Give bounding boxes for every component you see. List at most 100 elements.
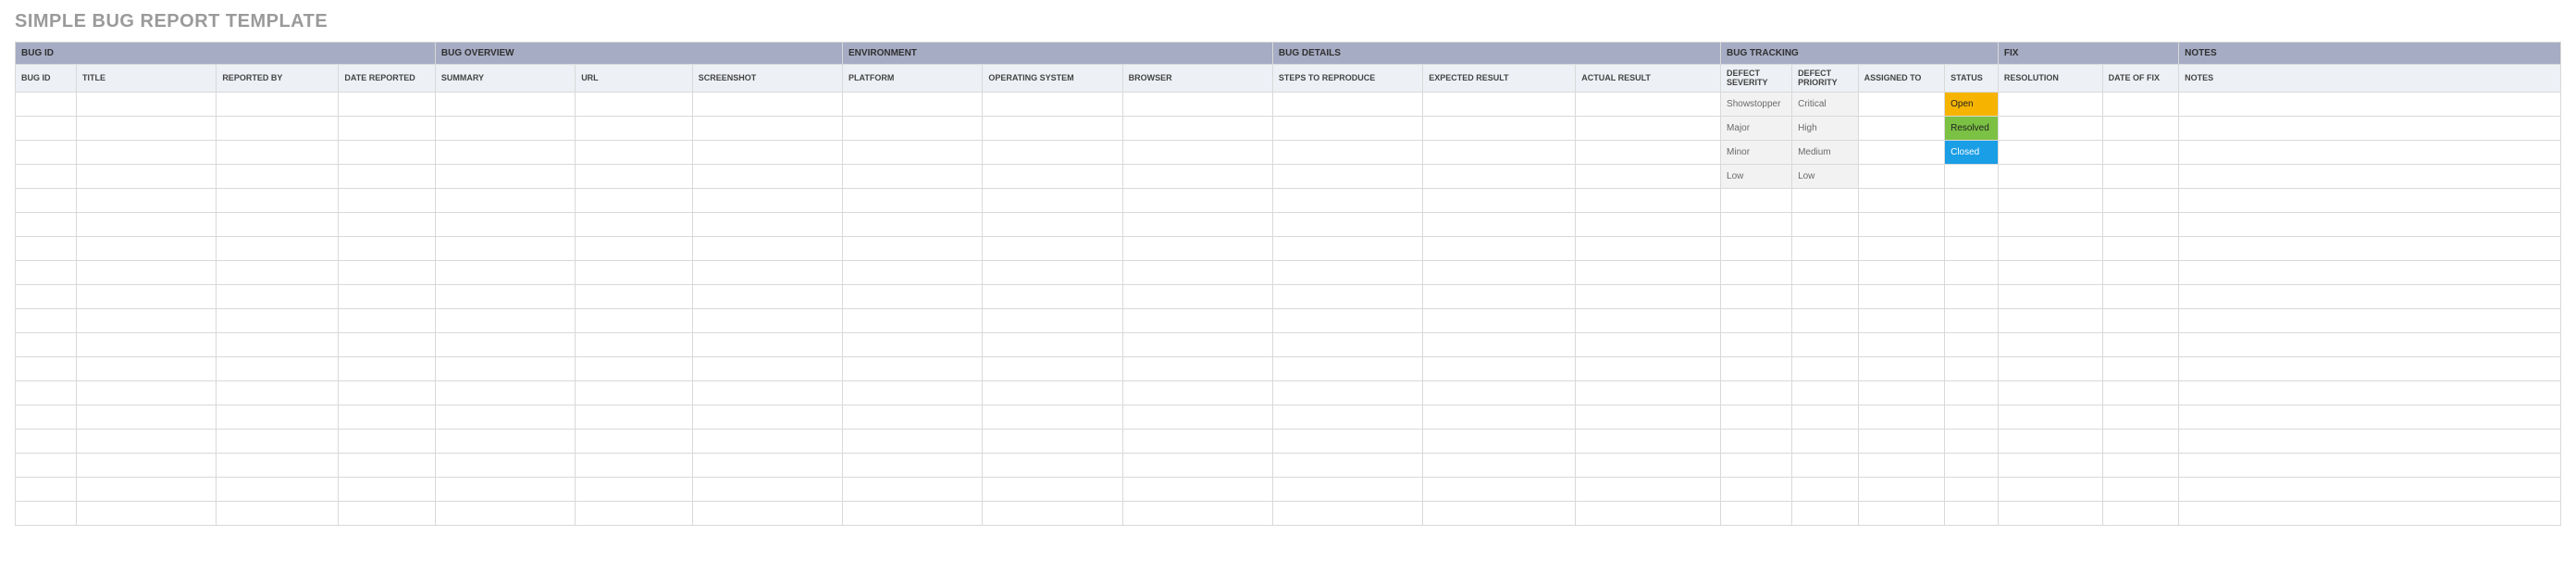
cell[interactable]	[1423, 405, 1576, 430]
cell[interactable]	[1122, 430, 1272, 454]
cell[interactable]	[16, 165, 77, 189]
cell[interactable]	[1122, 237, 1272, 261]
cell[interactable]	[692, 357, 842, 381]
cell[interactable]	[843, 309, 983, 333]
priority-cell[interactable]: High	[1792, 117, 1859, 141]
cell[interactable]	[435, 285, 575, 309]
cell[interactable]	[1576, 261, 1721, 285]
cell[interactable]	[1792, 237, 1859, 261]
cell[interactable]	[435, 213, 575, 237]
cell[interactable]	[435, 165, 575, 189]
cell[interactable]	[1122, 93, 1272, 117]
cell[interactable]	[1945, 502, 1999, 526]
cell[interactable]	[1998, 237, 2102, 261]
cell[interactable]	[435, 189, 575, 213]
cell[interactable]	[1792, 381, 1859, 405]
cell[interactable]	[217, 237, 339, 261]
cell[interactable]	[2179, 285, 2561, 309]
cell[interactable]	[435, 117, 575, 141]
cell[interactable]	[1998, 165, 2102, 189]
cell[interactable]	[1423, 357, 1576, 381]
cell[interactable]	[339, 285, 436, 309]
cell[interactable]	[1423, 430, 1576, 454]
cell[interactable]	[576, 405, 693, 430]
cell[interactable]	[1721, 261, 1792, 285]
cell[interactable]	[1576, 237, 1721, 261]
cell[interactable]	[576, 430, 693, 454]
cell[interactable]	[1272, 381, 1422, 405]
cell[interactable]	[576, 261, 693, 285]
cell[interactable]	[1945, 213, 1999, 237]
cell[interactable]	[16, 309, 77, 333]
cell[interactable]	[435, 333, 575, 357]
cell[interactable]	[16, 478, 77, 502]
cell[interactable]	[2102, 237, 2179, 261]
cell[interactable]	[77, 502, 217, 526]
column-header[interactable]: URL	[576, 65, 693, 93]
cell[interactable]	[1122, 357, 1272, 381]
cell[interactable]	[1998, 502, 2102, 526]
cell[interactable]	[1272, 165, 1422, 189]
cell[interactable]	[16, 357, 77, 381]
cell[interactable]	[692, 141, 842, 165]
cell[interactable]	[692, 381, 842, 405]
cell[interactable]	[1998, 454, 2102, 478]
cell[interactable]	[983, 117, 1122, 141]
cell[interactable]	[692, 478, 842, 502]
cell[interactable]	[1423, 213, 1576, 237]
cell[interactable]	[217, 213, 339, 237]
column-header[interactable]: SCREENSHOT	[692, 65, 842, 93]
cell[interactable]	[1423, 454, 1576, 478]
cell[interactable]	[339, 454, 436, 478]
cell[interactable]	[2179, 117, 2561, 141]
cell[interactable]	[77, 141, 217, 165]
cell[interactable]	[983, 381, 1122, 405]
cell[interactable]	[692, 285, 842, 309]
cell[interactable]	[77, 93, 217, 117]
cell[interactable]	[217, 478, 339, 502]
cell[interactable]	[983, 502, 1122, 526]
cell[interactable]	[1423, 189, 1576, 213]
cell[interactable]	[1122, 189, 1272, 213]
cell[interactable]	[1792, 189, 1859, 213]
cell[interactable]	[1423, 237, 1576, 261]
cell[interactable]	[1122, 309, 1272, 333]
cell[interactable]	[843, 381, 983, 405]
cell[interactable]	[2102, 430, 2179, 454]
cell[interactable]	[1998, 309, 2102, 333]
cell[interactable]	[16, 285, 77, 309]
cell[interactable]	[1858, 478, 1945, 502]
cell[interactable]	[2179, 405, 2561, 430]
cell[interactable]	[983, 189, 1122, 213]
cell[interactable]	[1122, 141, 1272, 165]
cell[interactable]	[1272, 189, 1422, 213]
column-header[interactable]: EXPECTED RESULT	[1423, 65, 1576, 93]
cell[interactable]	[983, 285, 1122, 309]
cell[interactable]	[692, 117, 842, 141]
cell[interactable]	[77, 261, 217, 285]
cell[interactable]	[1423, 285, 1576, 309]
cell[interactable]	[435, 93, 575, 117]
cell[interactable]	[16, 405, 77, 430]
cell[interactable]	[1272, 357, 1422, 381]
cell[interactable]	[843, 141, 983, 165]
cell[interactable]	[217, 285, 339, 309]
cell[interactable]	[2179, 309, 2561, 333]
cell[interactable]	[16, 381, 77, 405]
cell[interactable]	[843, 165, 983, 189]
cell[interactable]	[843, 213, 983, 237]
cell[interactable]	[1721, 405, 1792, 430]
cell[interactable]	[1945, 333, 1999, 357]
cell[interactable]	[843, 189, 983, 213]
cell[interactable]	[983, 357, 1122, 381]
cell[interactable]	[1122, 381, 1272, 405]
cell[interactable]	[1576, 309, 1721, 333]
cell[interactable]	[77, 405, 217, 430]
severity-cell[interactable]: Major	[1721, 117, 1792, 141]
cell[interactable]	[1423, 502, 1576, 526]
cell[interactable]	[983, 405, 1122, 430]
cell[interactable]	[1945, 478, 1999, 502]
cell[interactable]	[692, 93, 842, 117]
cell[interactable]	[1122, 502, 1272, 526]
cell[interactable]	[576, 141, 693, 165]
